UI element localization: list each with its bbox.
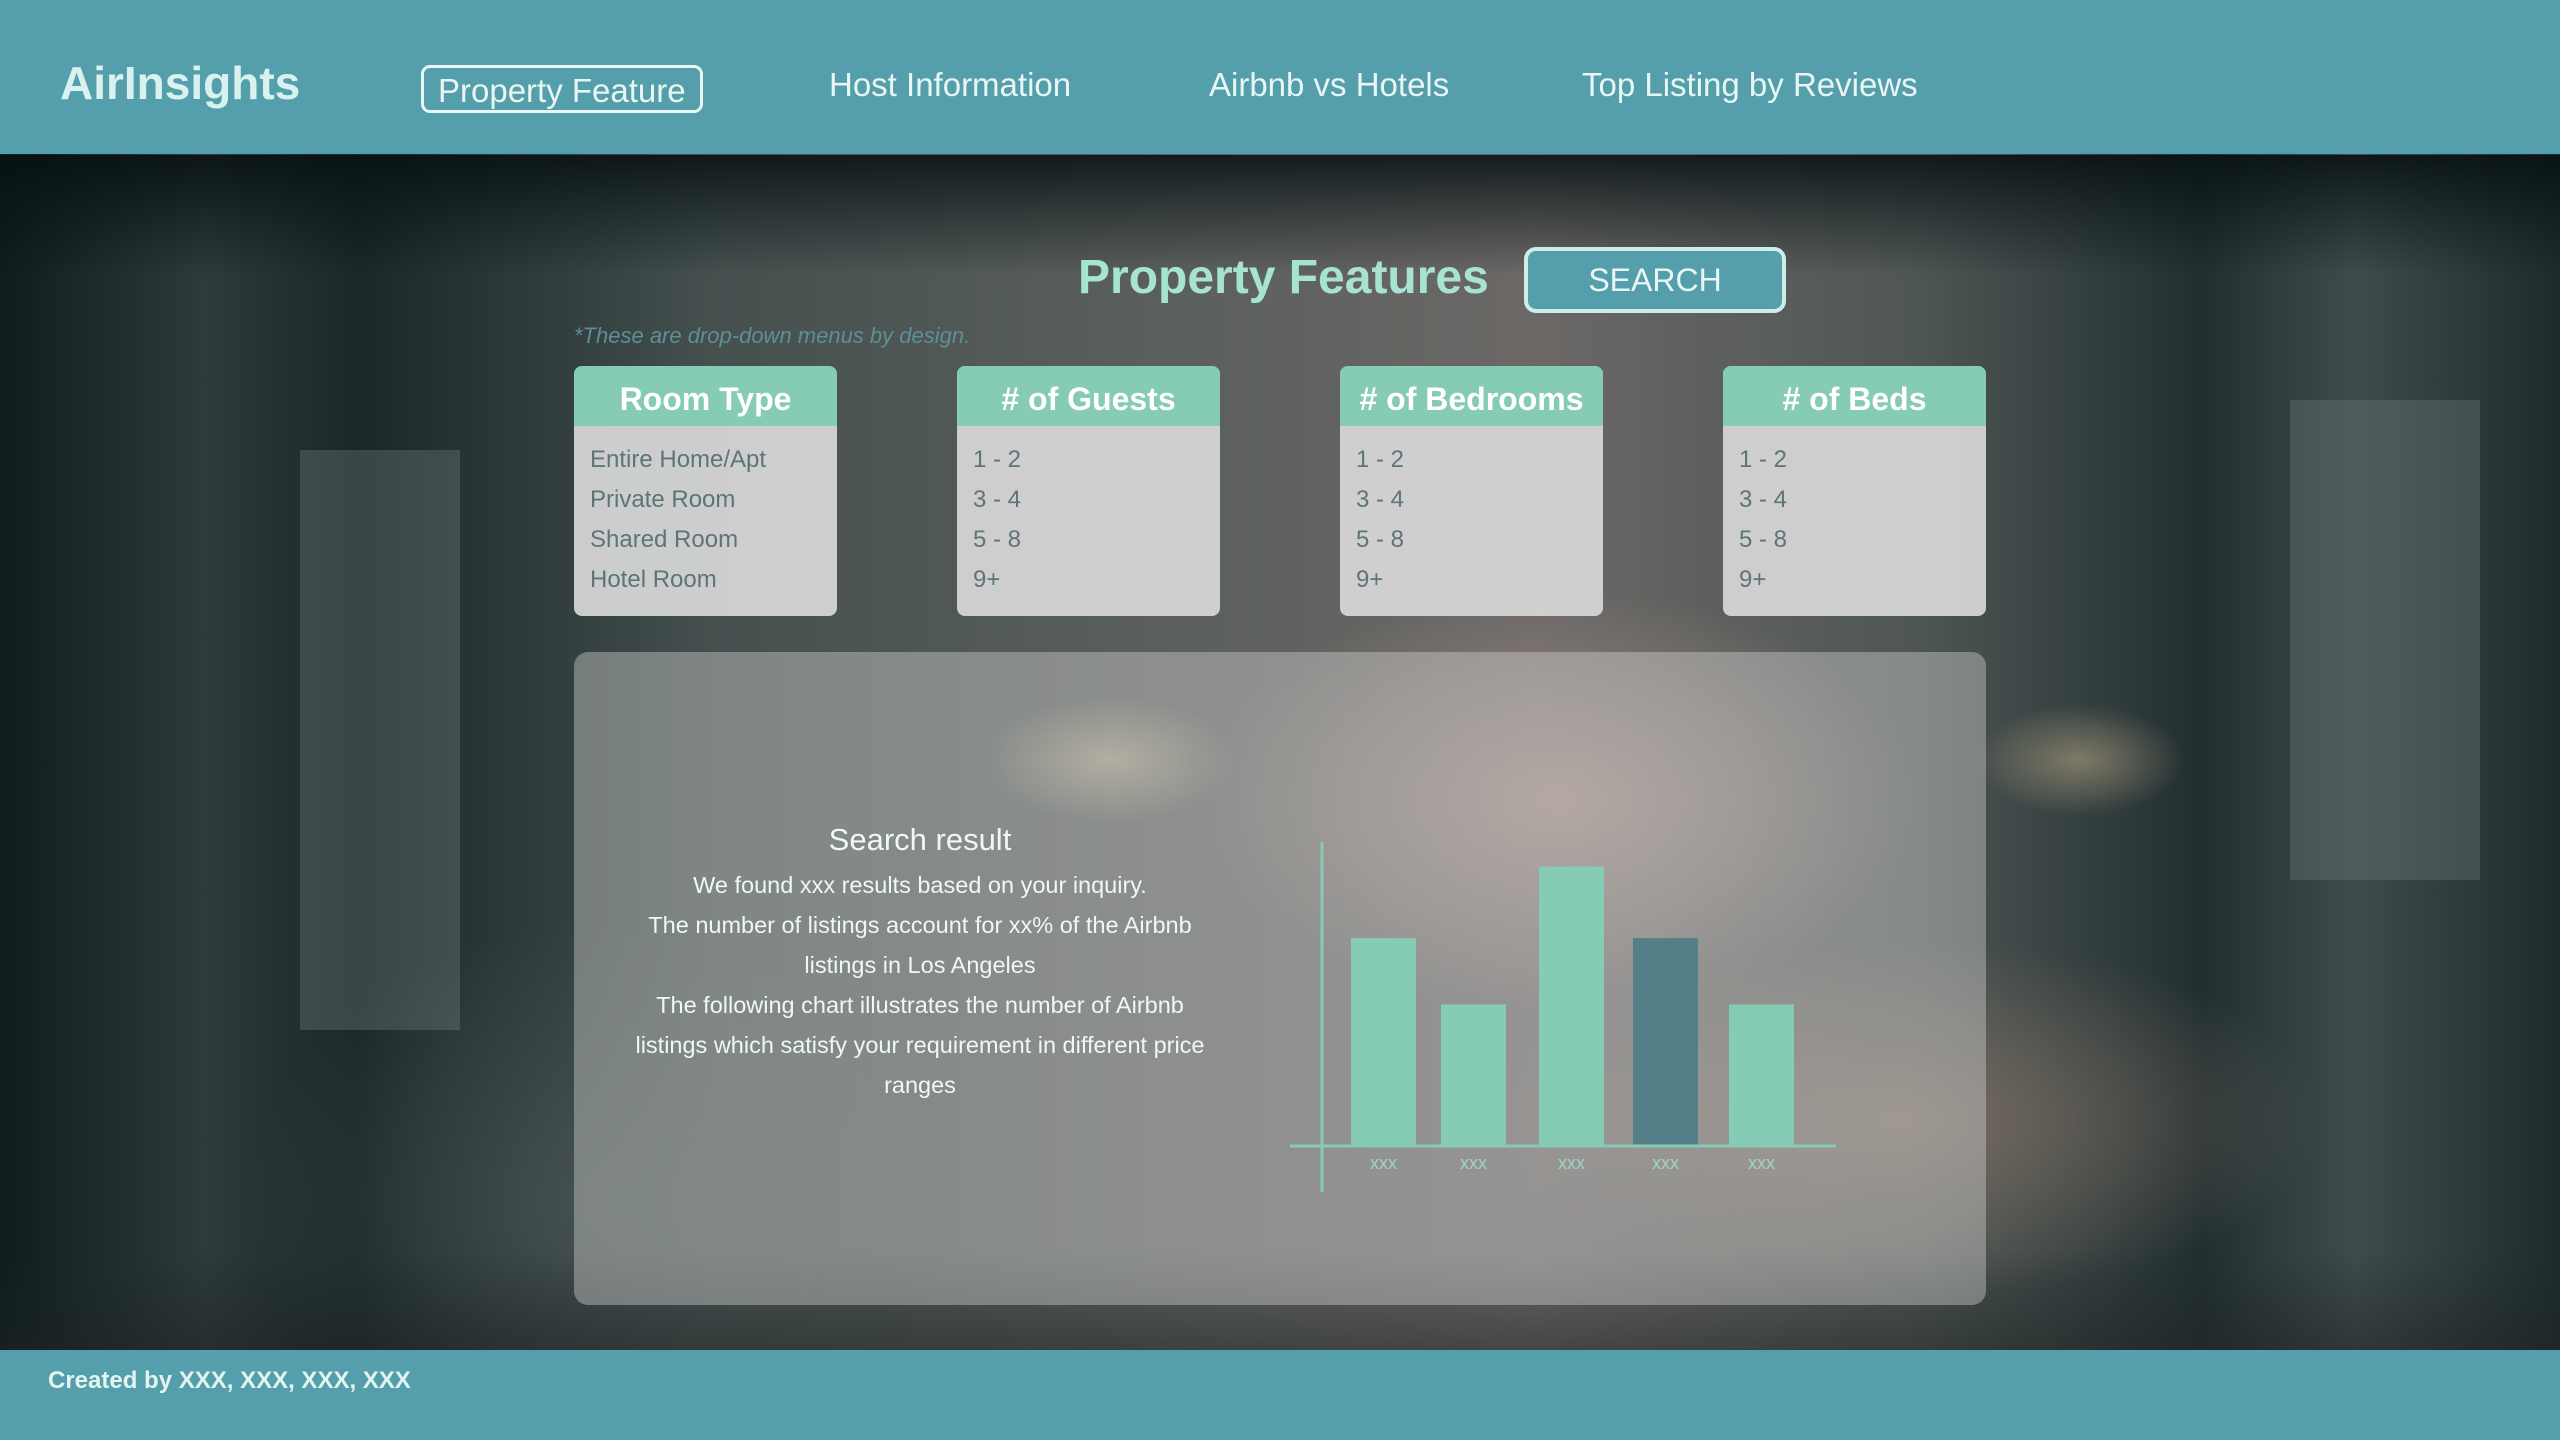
filter-option[interactable]: Shared Room [590, 526, 837, 566]
chart-bar [1539, 866, 1604, 1145]
result-description: We found xxx results based on your inqui… [634, 865, 1206, 1105]
filter-room-type[interactable]: Room Type Entire Home/Apt Private Room S… [574, 366, 837, 616]
nav-airbnb-vs-hotels[interactable]: Airbnb vs Hotels [1209, 66, 1449, 114]
filter-option[interactable]: 1 - 2 [1739, 446, 1986, 486]
filter-option[interactable]: 1 - 2 [973, 446, 1220, 486]
filter-room-type-title[interactable]: Room Type [574, 366, 837, 426]
filter-option[interactable]: Hotel Room [590, 566, 837, 606]
search-button[interactable]: SEARCH [1524, 247, 1786, 313]
filter-bedrooms[interactable]: # of Bedrooms 1 - 2 3 - 4 5 - 8 9+ [1340, 366, 1603, 616]
chart-bar [1633, 938, 1698, 1145]
footer-credits: Created by XXX, XXX, XXX, XXX [48, 1367, 411, 1394]
filter-beds[interactable]: # of Beds 1 - 2 3 - 4 5 - 8 9+ [1723, 366, 1986, 616]
filter-option[interactable]: 9+ [1356, 566, 1603, 606]
background-window-left [300, 450, 460, 1030]
app-logo[interactable]: AirInsights [60, 56, 300, 110]
filter-option[interactable]: 3 - 4 [1739, 486, 1986, 526]
result-title: Search result [828, 822, 1012, 857]
chart-tick-label: xxx [1652, 1153, 1679, 1173]
filter-option[interactable]: 3 - 4 [1356, 486, 1603, 526]
result-line: The number of listings account for xx% o… [648, 912, 1192, 978]
nav-top-listing-by-reviews[interactable]: Top Listing by Reviews [1582, 66, 1918, 114]
filter-option[interactable]: Private Room [590, 486, 837, 526]
filter-option[interactable]: Entire Home/Apt [590, 446, 837, 486]
filter-guests-title[interactable]: # of Guests [957, 366, 1220, 426]
filter-guests[interactable]: # of Guests 1 - 2 3 - 4 5 - 8 9+ [957, 366, 1220, 616]
filter-beds-title[interactable]: # of Beds [1723, 366, 1986, 426]
filter-option[interactable]: 9+ [973, 566, 1220, 606]
filter-beds-options: 1 - 2 3 - 4 5 - 8 9+ [1723, 426, 1986, 606]
filter-option[interactable]: 1 - 2 [1356, 446, 1603, 486]
dropdown-note: *These are drop-down menus by design. [574, 323, 971, 348]
nav-property-feature[interactable]: Property Feature [421, 65, 703, 113]
filter-option[interactable]: 5 - 8 [1739, 526, 1986, 566]
price-range-bar-chart: xxx xxx xxx xxx xxx [1290, 842, 1836, 1192]
nav-host-information[interactable]: Host Information [829, 66, 1071, 114]
top-nav-bar: AirInsights Property Feature Host Inform… [0, 0, 2560, 154]
filter-option[interactable]: 5 - 8 [1356, 526, 1603, 566]
chart-tick-label: xxx [1370, 1153, 1397, 1173]
background-window-right [2290, 400, 2480, 880]
filter-option[interactable]: 9+ [1739, 566, 1986, 606]
result-line: We found xxx results based on your inqui… [693, 872, 1147, 898]
chart-tick-label: xxx [1558, 1153, 1585, 1173]
filter-bedrooms-title[interactable]: # of Bedrooms [1340, 366, 1603, 426]
chart-bar [1441, 1004, 1506, 1145]
filter-bedrooms-options: 1 - 2 3 - 4 5 - 8 9+ [1340, 426, 1603, 606]
filter-guests-options: 1 - 2 3 - 4 5 - 8 9+ [957, 426, 1220, 606]
filter-option[interactable]: 3 - 4 [973, 486, 1220, 526]
filter-room-type-options: Entire Home/Apt Private Room Shared Room… [574, 426, 837, 606]
chart-bar [1351, 938, 1416, 1145]
chart-bar [1729, 1004, 1794, 1145]
result-line: The following chart illustrates the numb… [635, 992, 1205, 1098]
chart-tick-label: xxx [1460, 1153, 1487, 1173]
footer-bar [0, 1350, 2560, 1440]
chart-tick-label: xxx [1748, 1153, 1775, 1173]
filter-option[interactable]: 5 - 8 [973, 526, 1220, 566]
page-title: Property Features [1078, 251, 1489, 304]
